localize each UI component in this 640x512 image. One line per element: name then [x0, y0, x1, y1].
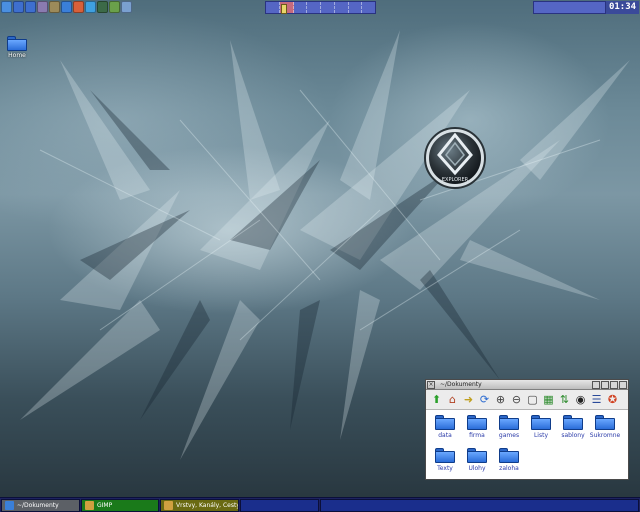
folder-icon: [563, 415, 583, 430]
task-button-gimp[interactable]: GIMP: [81, 499, 159, 512]
folder-label: data: [438, 432, 452, 439]
folder-label: Texty: [437, 465, 453, 472]
task-button-empty[interactable]: [240, 499, 319, 512]
folder-item[interactable]: Ulohy: [461, 446, 493, 479]
network-icon[interactable]: [73, 1, 84, 13]
arrow-up-icon[interactable]: [61, 1, 72, 13]
folder-icon: [499, 415, 519, 430]
document-icon[interactable]: [85, 1, 96, 13]
folder-label: Sukromne: [589, 432, 621, 439]
pager-desk[interactable]: [266, 2, 280, 13]
task-button-layers[interactable]: Vrstvy, Kanály, Cesty: [160, 499, 239, 512]
folder-icon: [467, 415, 487, 430]
system-tray: [533, 1, 606, 14]
pager-desk[interactable]: [362, 2, 375, 13]
task-label: GIMP: [97, 501, 113, 509]
tool-icon[interactable]: [109, 1, 120, 13]
window-titlebar[interactable]: × ~/Dokumenty: [426, 380, 628, 390]
display-icon[interactable]: [121, 1, 132, 13]
home-icon[interactable]: ⌂: [445, 392, 460, 407]
blue-star-icon[interactable]: [1, 1, 12, 13]
window-title: ~/Dokumenty: [440, 381, 482, 388]
pager-desk[interactable]: [321, 2, 335, 13]
folder-icon: [435, 448, 455, 463]
zoom-out-icon[interactable]: ⊖: [509, 392, 524, 407]
shade-button[interactable]: [592, 381, 600, 389]
folder-item[interactable]: data: [429, 413, 461, 446]
clock[interactable]: 01:34: [606, 1, 639, 14]
pager-desk[interactable]: [307, 2, 321, 13]
folder-icon: [467, 448, 487, 463]
sort-az-icon[interactable]: ⇅: [557, 392, 572, 407]
explorer-emblem-icon: EXPLORER: [424, 127, 486, 189]
folder-icon: [595, 415, 615, 430]
help-icon[interactable]: ✪: [605, 392, 620, 407]
desktop-icon-label: Home: [8, 52, 26, 59]
pager-desk[interactable]: [279, 2, 294, 14]
folder-icon: [531, 415, 551, 430]
folder-label: games: [498, 432, 520, 439]
pager-desk[interactable]: [294, 2, 308, 13]
forward-icon[interactable]: ➜: [461, 392, 476, 407]
play-icon[interactable]: [25, 1, 36, 13]
folder-icon: [435, 415, 455, 430]
select-icon[interactable]: ▢: [525, 392, 540, 407]
people-icon[interactable]: [37, 1, 48, 13]
refresh-icon[interactable]: ⟳: [477, 392, 492, 407]
folder-item[interactable]: zaloha: [493, 446, 525, 479]
pager-desk[interactable]: [335, 2, 349, 13]
gimp-icon: [164, 501, 173, 510]
maximize-button[interactable]: [610, 381, 618, 389]
gimp-icon[interactable]: [49, 1, 60, 13]
folder-item[interactable]: Texty: [429, 446, 461, 479]
printer-icon[interactable]: [97, 1, 108, 13]
top-panel: 01:34: [0, 0, 640, 15]
file-grid: data firma games Listy sablony Sukromne Texty U…: [426, 410, 628, 479]
folder-label: Ulohy: [468, 465, 486, 472]
eye-icon[interactable]: ◉: [573, 392, 588, 407]
folder-icon: [7, 36, 27, 51]
folder-icon: [5, 501, 14, 510]
folder-label: zaloha: [499, 465, 519, 472]
task-button-dokumenty[interactable]: ~/Dokumenty: [1, 499, 80, 512]
task-label: Vrstvy, Kanály, Cesty: [176, 501, 239, 509]
folder-item[interactable]: Sukromne: [589, 413, 621, 446]
close-button[interactable]: [619, 381, 627, 389]
launcher-bar: [1, 1, 132, 14]
minimize-button[interactable]: [601, 381, 609, 389]
desktop-icon-home[interactable]: Home: [4, 36, 30, 59]
sort-icon[interactable]: ▦: [541, 392, 556, 407]
gimp-icon: [85, 501, 94, 510]
file-manager-toolbar: ⬆ ⌂ ➜ ⟳ ⊕ ⊖ ▢ ▦ ⇅ ◉ ☰ ✪: [426, 390, 628, 410]
folder-item[interactable]: games: [493, 413, 525, 446]
folder-label: Listy: [533, 432, 549, 439]
task-label: ~/Dokumenty: [17, 501, 59, 509]
fast-forward-icon[interactable]: [13, 1, 24, 13]
zoom-in-icon[interactable]: ⊕: [493, 392, 508, 407]
list-view-icon[interactable]: ☰: [589, 392, 604, 407]
taskbar: ~/Dokumenty GIMP Vrstvy, Kanály, Cesty: [0, 497, 640, 512]
up-arrow-icon[interactable]: ⬆: [429, 392, 444, 407]
folder-item[interactable]: firma: [461, 413, 493, 446]
close-icon[interactable]: ×: [427, 381, 435, 389]
file-manager-window[interactable]: × ~/Dokumenty ⬆ ⌂ ➜ ⟳ ⊕ ⊖ ▢ ▦ ⇅ ◉ ☰ ✪ data firma game…: [425, 379, 629, 480]
folder-item[interactable]: Listy: [525, 413, 557, 446]
folder-label: sablony: [561, 432, 585, 439]
task-button-empty[interactable]: [320, 499, 639, 512]
folder-icon: [499, 448, 519, 463]
emblem-text: EXPLORER: [442, 177, 469, 183]
folder-item[interactable]: sablony: [557, 413, 589, 446]
pager-desk[interactable]: [349, 2, 363, 13]
folder-label: firma: [469, 432, 485, 439]
desktop-pager[interactable]: [265, 1, 376, 14]
